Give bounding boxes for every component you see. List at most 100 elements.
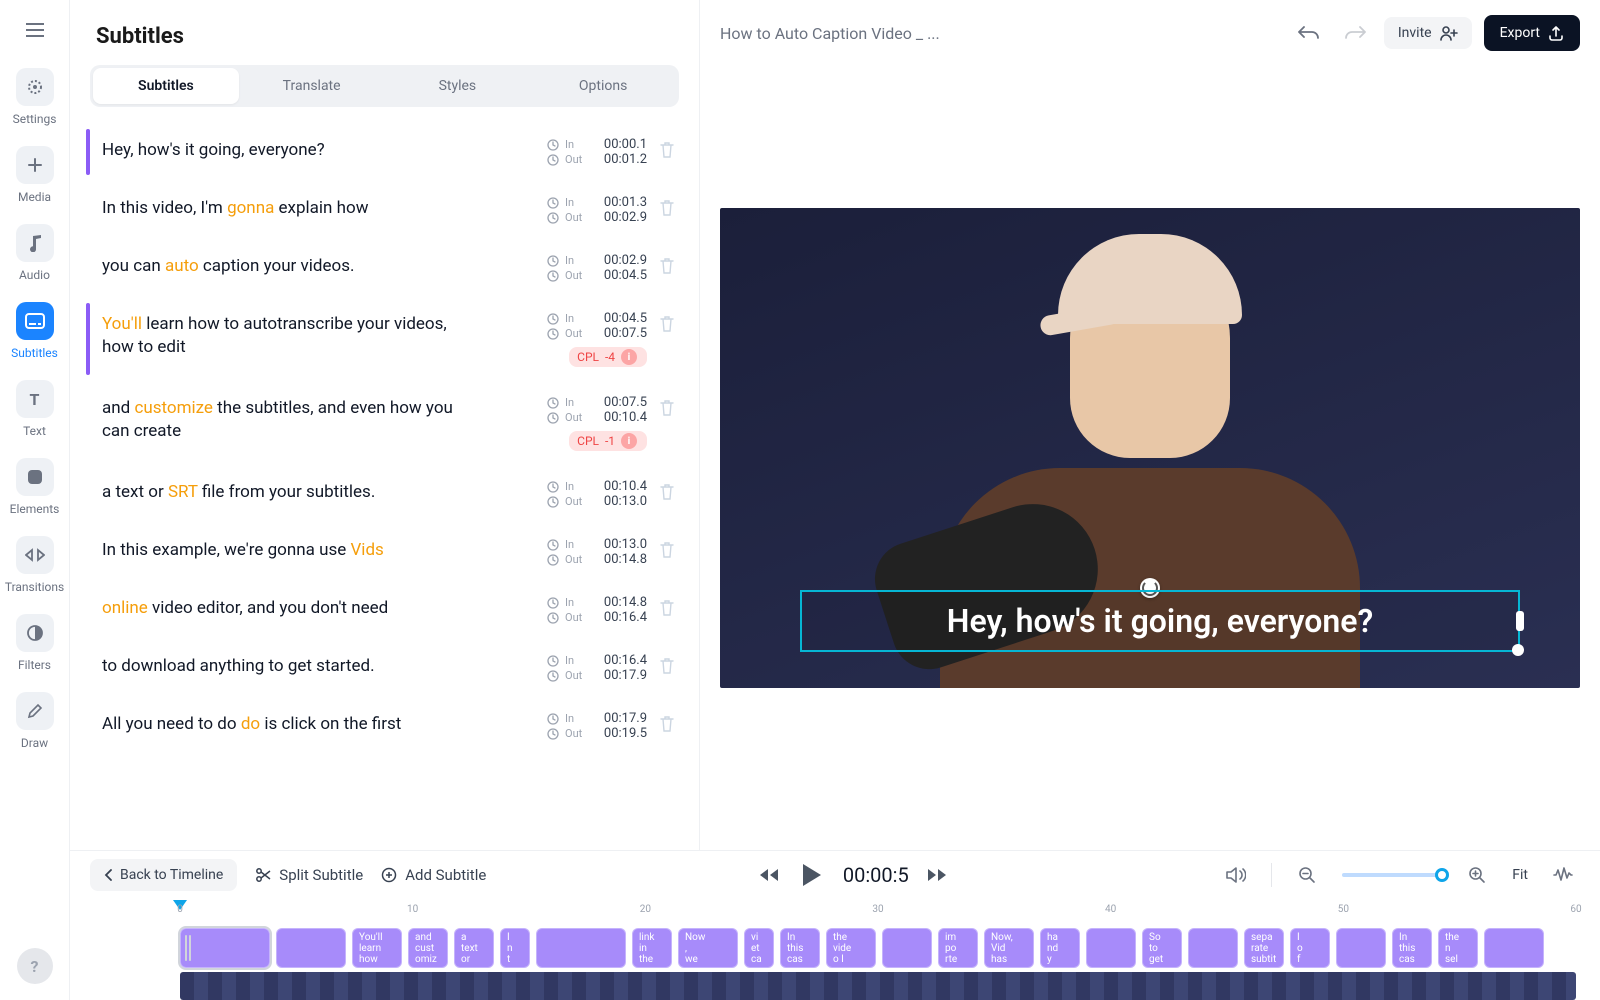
delete-subtitle-button[interactable] xyxy=(659,715,681,733)
timeline-clip[interactable]: In this cas xyxy=(1392,928,1432,968)
subtitle-row[interactable]: to download anything to get started.In00… xyxy=(94,639,681,697)
subtitles-list[interactable]: Hey, how's it going, everyone?In00:00.1O… xyxy=(70,117,699,850)
timeline-clip[interactable]: vi et ca xyxy=(744,928,774,968)
subtitle-row[interactable]: In this example, we're gonna use VidsIn0… xyxy=(94,523,681,581)
timeline-clip[interactable] xyxy=(1484,928,1544,968)
delete-subtitle-button[interactable] xyxy=(659,199,681,217)
gear-icon xyxy=(16,68,54,106)
delete-subtitle-button[interactable] xyxy=(659,399,681,417)
timeline-clip[interactable]: Now , we xyxy=(678,928,738,968)
subtitle-times: In00:01.3Out00:02.9 xyxy=(492,195,647,225)
subtitle-row[interactable]: online video editor, and you don't needI… xyxy=(94,581,681,639)
skip-forward-button[interactable] xyxy=(927,867,947,883)
subtitle-row[interactable]: a text or SRT file from your subtitles.I… xyxy=(94,465,681,523)
delete-subtitle-button[interactable] xyxy=(659,315,681,333)
subtitle-row[interactable]: Hey, how's it going, everyone?In00:00.1O… xyxy=(94,123,681,181)
timeline-clip[interactable]: In this cas xyxy=(780,928,820,968)
timeline-clip[interactable]: ha nd y xyxy=(1040,928,1080,968)
delete-subtitle-button[interactable] xyxy=(659,141,681,159)
back-to-timeline-button[interactable]: Back to Timeline xyxy=(90,859,237,891)
subtitle-text[interactable]: Hey, how's it going, everyone? xyxy=(102,137,480,162)
zoom-in-button[interactable] xyxy=(1460,858,1494,892)
redo-button[interactable] xyxy=(1338,16,1372,50)
project-title[interactable]: How to Auto Caption Video _ ... xyxy=(720,24,1280,43)
subtitle-row[interactable]: and customize the subtitles, and even ho… xyxy=(94,381,681,465)
volume-button[interactable] xyxy=(1219,858,1253,892)
video-track[interactable] xyxy=(180,972,1576,1000)
sidebar-item-audio[interactable]: Audio xyxy=(7,214,63,292)
add-subtitle-button[interactable]: Add Subtitle xyxy=(381,866,486,884)
subtitle-text[interactable]: In this video, I'm gonna explain how xyxy=(102,195,480,220)
delete-subtitle-button[interactable] xyxy=(659,257,681,275)
subtitle-text[interactable]: All you need to do do is click on the fi… xyxy=(102,711,480,736)
timeline-clip[interactable]: Now, Vid has xyxy=(984,928,1034,968)
fit-button[interactable]: Fit xyxy=(1512,867,1528,883)
zoom-slider[interactable] xyxy=(1342,873,1442,877)
sidebar-item-label: Audio xyxy=(19,268,50,282)
subtitle-text[interactable]: online video editor, and you don't need xyxy=(102,595,480,620)
tab-options[interactable]: Options xyxy=(530,68,676,104)
sidebar-item-transitions[interactable]: Transitions xyxy=(7,526,63,604)
help-button[interactable]: ? xyxy=(17,948,53,984)
sidebar-item-settings[interactable]: Settings xyxy=(7,58,63,136)
timeline-clip[interactable] xyxy=(1188,928,1238,968)
delete-subtitle-button[interactable] xyxy=(659,599,681,617)
timeline-clip[interactable] xyxy=(1086,928,1136,968)
subtitle-text[interactable]: In this example, we're gonna use Vids xyxy=(102,537,480,562)
caption-overlay[interactable]: Hey, how's it going, everyone? xyxy=(800,590,1520,652)
resize-handle-right[interactable] xyxy=(1516,611,1524,631)
invite-button[interactable]: Invite xyxy=(1384,17,1472,49)
sidebar-item-text[interactable]: TText xyxy=(7,370,63,448)
timeline-clip[interactable]: I n t xyxy=(500,928,530,968)
delete-subtitle-button[interactable] xyxy=(659,657,681,675)
tab-translate[interactable]: Translate xyxy=(239,68,385,104)
zoom-out-button[interactable] xyxy=(1290,858,1324,892)
subtitle-text[interactable]: to download anything to get started. xyxy=(102,653,480,678)
resize-handle-corner[interactable] xyxy=(1512,644,1524,656)
undo-button[interactable] xyxy=(1292,16,1326,50)
sidebar-item-subtitles[interactable]: Subtitles xyxy=(7,292,63,370)
video-preview[interactable]: Hey, how's it going, everyone? xyxy=(720,208,1580,688)
timeline-clip[interactable] xyxy=(180,928,270,968)
skip-back-button[interactable] xyxy=(759,867,779,883)
hamburger-icon[interactable] xyxy=(21,16,49,44)
timeline-clip[interactable]: the n sel xyxy=(1438,928,1478,968)
sidebar-item-draw[interactable]: Draw xyxy=(7,682,63,760)
sidebar-item-filters[interactable]: Filters xyxy=(7,604,63,682)
tab-subtitles[interactable]: Subtitles xyxy=(93,68,239,104)
subtitle-text[interactable]: You'll learn how to autotranscribe your … xyxy=(102,311,480,359)
timeline-tracks[interactable]: 0102030405060 You'll learn howand cust o… xyxy=(70,898,1600,1000)
timeline-clip[interactable] xyxy=(882,928,932,968)
timeline-clip[interactable]: You'll learn how xyxy=(352,928,402,968)
delete-subtitle-button[interactable] xyxy=(659,483,681,501)
subtitle-row[interactable]: You'll learn how to autotranscribe your … xyxy=(94,297,681,381)
preview-area: How to Auto Caption Video _ ... Invite E… xyxy=(700,0,1600,850)
timeline-clip[interactable] xyxy=(536,928,626,968)
waveform-button[interactable] xyxy=(1546,858,1580,892)
timeline-clip[interactable]: and cust omiz xyxy=(408,928,448,968)
subtitle-row[interactable]: In this video, I'm gonna explain how In00… xyxy=(94,181,681,239)
subtitle-track[interactable]: You'll learn howand cust omiza text orI … xyxy=(180,928,1576,968)
tab-styles[interactable]: Styles xyxy=(385,68,531,104)
split-subtitle-button[interactable]: Split Subtitle xyxy=(255,866,363,884)
sidebar-item-media[interactable]: Media xyxy=(7,136,63,214)
timeline-clip[interactable] xyxy=(276,928,346,968)
timeline-clip[interactable]: I o f xyxy=(1290,928,1330,968)
export-button[interactable]: Export xyxy=(1484,15,1580,51)
subtitle-text[interactable]: you can auto caption your videos. xyxy=(102,253,480,278)
subtitle-row[interactable]: All you need to do do is click on the fi… xyxy=(94,697,681,755)
timeline-clip[interactable]: the vide o I xyxy=(826,928,876,968)
timeline-clip[interactable]: im po rte xyxy=(938,928,978,968)
subtitle-text[interactable]: and customize the subtitles, and even ho… xyxy=(102,395,480,443)
subtitles-panel: Subtitles SubtitlesTranslateStylesOption… xyxy=(70,0,700,850)
timeline-clip[interactable] xyxy=(1336,928,1386,968)
play-button[interactable] xyxy=(797,861,825,889)
subtitle-row[interactable]: you can auto caption your videos.In00:02… xyxy=(94,239,681,297)
timeline-clip[interactable]: So to get xyxy=(1142,928,1182,968)
timeline-clip[interactable]: sepa rate subtit xyxy=(1244,928,1284,968)
delete-subtitle-button[interactable] xyxy=(659,541,681,559)
timeline-clip[interactable]: link in the xyxy=(632,928,672,968)
sidebar-item-elements[interactable]: Elements xyxy=(7,448,63,526)
timeline-clip[interactable]: a text or xyxy=(454,928,494,968)
subtitle-text[interactable]: a text or SRT file from your subtitles. xyxy=(102,479,480,504)
